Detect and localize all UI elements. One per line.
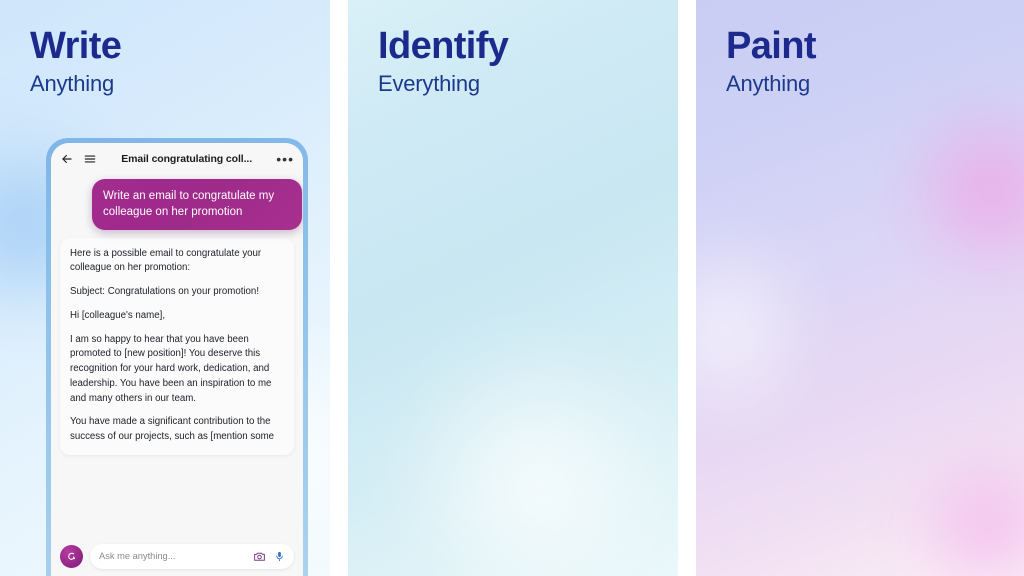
- phone-mockup: Email congratulating coll... ••• Write a…: [46, 138, 308, 576]
- panel-heading: Paint Anything: [726, 25, 817, 97]
- hamburger-menu-icon[interactable]: [83, 152, 97, 166]
- copilot-avatar-icon[interactable]: [60, 544, 83, 568]
- decorative-white-glow: [696, 200, 796, 460]
- page-title: Paint: [726, 25, 817, 67]
- assistant-response-card: Here is a possible email to congratulate…: [60, 237, 294, 455]
- phone-screen: Email congratulating coll... ••• Write a…: [51, 143, 303, 576]
- user-message-bubble: Write an email to congratulate my collea…: [92, 179, 302, 230]
- page-subtitle: Everything: [378, 71, 480, 97]
- decorative-pink-glow: [904, 90, 1024, 290]
- camera-icon[interactable]: [253, 550, 266, 563]
- decorative-white-glow: [388, 330, 678, 576]
- panel-identify: Identify Everything Plant Disease Diagno…: [348, 0, 678, 576]
- page-subtitle: Anything: [30, 71, 115, 97]
- microphone-icon[interactable]: [274, 550, 285, 563]
- assistant-paragraph: You have made a significant contribution…: [70, 416, 275, 442]
- assistant-paragraph: Hi [colleague's name],: [70, 309, 166, 321]
- conversation-title: Email congratulating coll...: [121, 152, 253, 165]
- chat-thread: Write an email to congratulate my collea…: [51, 174, 303, 576]
- assistant-paragraph: I am so happy to hear that you have been…: [70, 333, 272, 404]
- panel-write: Write Anything Email congratulating coll…: [0, 0, 330, 576]
- panel-divider: [678, 0, 696, 576]
- message-input[interactable]: Ask me anything...: [90, 543, 294, 569]
- chat-input-bar: Ask me anything...: [51, 536, 303, 576]
- input-placeholder: Ask me anything...: [99, 551, 176, 561]
- panel-paint: Paint Anything Turn this sketch into art…: [696, 0, 1024, 576]
- app-topbar: Email congratulating coll... •••: [51, 143, 303, 174]
- panel-divider: [330, 0, 348, 576]
- promo-screenshot: Write Anything Email congratulating coll…: [0, 0, 1024, 576]
- panel-heading: Write Anything: [30, 25, 122, 97]
- page-title: Identify: [378, 25, 509, 67]
- assistant-paragraph: Subject: Congratulations on your promoti…: [70, 286, 260, 298]
- back-arrow-icon[interactable]: [60, 152, 74, 166]
- page-subtitle: Anything: [726, 71, 811, 97]
- page-title: Write: [30, 25, 122, 67]
- assistant-paragraph: Here is a possible email to congratulate…: [70, 247, 262, 274]
- panel-heading: Identify Everything: [378, 25, 509, 97]
- more-options-icon[interactable]: •••: [276, 152, 294, 166]
- decorative-pink-glow: [914, 446, 1024, 576]
